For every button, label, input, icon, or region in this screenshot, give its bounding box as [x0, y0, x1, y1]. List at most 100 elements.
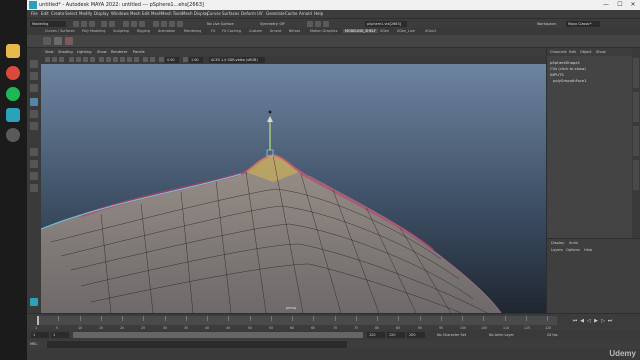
layer-tab-anim[interactable]: Anim: [569, 241, 578, 245]
camera-attributes-icon[interactable]: [52, 57, 57, 62]
shelf-tab-rendering[interactable]: Rendering: [184, 29, 201, 33]
menu-deform[interactable]: Deform: [241, 11, 256, 16]
playback-start-field[interactable]: 1: [51, 332, 69, 338]
cb-menu-channels[interactable]: Channels: [550, 50, 567, 54]
bookmark-icon[interactable]: [59, 57, 64, 62]
side-tab-attribute-editor[interactable]: [633, 92, 639, 122]
film-gate-icon[interactable]: [76, 57, 81, 62]
layout-four-icon[interactable]: [30, 160, 38, 168]
ipr-render-icon[interactable]: [315, 21, 321, 27]
gamma-field[interactable]: 1.00: [189, 57, 203, 63]
shelf-tab-xgen2[interactable]: XGen2: [425, 29, 436, 33]
paint-select-tool-icon[interactable]: [30, 84, 38, 92]
snap-curve-icon[interactable]: [161, 21, 167, 27]
playback-end-field[interactable]: 120: [367, 332, 385, 338]
snap-grid-icon[interactable]: [153, 21, 159, 27]
shelf-tab-fx[interactable]: FX: [211, 29, 215, 33]
menu-set-dropdown[interactable]: Modeling: [30, 21, 66, 27]
scale-tool-icon[interactable]: [30, 122, 38, 130]
shelf-tab-modeling-shelf[interactable]: MODELING_SHELF: [343, 29, 378, 33]
menu-modify[interactable]: Modify: [79, 11, 92, 16]
play-backward-icon[interactable]: ◁: [586, 318, 592, 324]
shelf-tab-xgen-live[interactable]: XGen_Live: [397, 29, 415, 33]
current-frame-marker[interactable]: [37, 316, 39, 325]
shelf-tab-xgen[interactable]: XGen: [380, 29, 389, 33]
shelf-tab-motion-graphics[interactable]: Motion Graphics: [310, 29, 338, 33]
render-frame-icon[interactable]: [307, 21, 313, 27]
color-space-dropdown[interactable]: ACES 1.0 SDR-video (sRGB): [209, 57, 265, 63]
side-tab-channel-box[interactable]: [633, 58, 639, 88]
go-to-start-icon[interactable]: ⏮: [572, 318, 578, 324]
live-surface-label[interactable]: No Live Surface: [207, 22, 234, 26]
layer-tab-display[interactable]: Display: [551, 241, 564, 245]
layer-menu-options[interactable]: Options: [566, 248, 580, 252]
shelf-tab-sculpting[interactable]: Sculpting: [113, 29, 129, 33]
side-tab-modeling-toolkit[interactable]: [633, 160, 639, 190]
viewport-canvas[interactable]: [41, 64, 546, 313]
select-component-icon[interactable]: [139, 21, 145, 27]
menu-cache[interactable]: Cache: [285, 11, 297, 16]
rotate-tool-icon[interactable]: [30, 110, 38, 118]
shelf-tab-fx-caching[interactable]: FX Caching: [222, 29, 241, 33]
shelf-tab-custom[interactable]: Custom: [249, 29, 262, 33]
animation-start-field[interactable]: 1: [31, 332, 49, 338]
command-input[interactable]: [47, 341, 347, 348]
redo-icon[interactable]: [109, 21, 115, 27]
wireframe-on-shaded-icon[interactable]: [113, 57, 118, 62]
menu-curves[interactable]: Curves: [207, 11, 221, 16]
menu-mesh-display[interactable]: Mesh Display: [182, 11, 209, 16]
wireframe-icon[interactable]: [99, 57, 104, 62]
close-button[interactable]: ✕: [627, 1, 639, 9]
textured-icon[interactable]: [120, 57, 125, 62]
anim-layer-dropdown[interactable]: No Anim Layer: [489, 333, 514, 337]
render-settings-icon[interactable]: [323, 21, 329, 27]
exposure-icon[interactable]: [159, 57, 164, 62]
snap-point-icon[interactable]: [169, 21, 175, 27]
resolution-gate-icon[interactable]: [83, 57, 88, 62]
isolate-select-icon[interactable]: [150, 57, 155, 62]
fps-dropdown[interactable]: 24 fps: [547, 333, 558, 337]
viewport-menu-lighting[interactable]: Lighting: [77, 50, 92, 54]
chrome-icon[interactable]: [6, 66, 20, 80]
menu-generate[interactable]: Generate: [266, 11, 285, 16]
layout-outliner-icon[interactable]: [30, 184, 38, 192]
command-language-toggle[interactable]: MEL: [30, 342, 37, 346]
spotify-icon[interactable]: [6, 87, 20, 101]
menu-create[interactable]: Create: [51, 11, 64, 16]
xray-icon[interactable]: [143, 57, 148, 62]
menu-mesh[interactable]: Mesh: [130, 11, 141, 16]
gamma-icon[interactable]: [183, 57, 188, 62]
layer-menu-help[interactable]: Help: [584, 248, 592, 252]
menu-mesh-tools[interactable]: Mesh Tools: [161, 11, 183, 16]
shelf-tool-icon[interactable]: [43, 37, 51, 45]
shelf-tab-poly[interactable]: Poly Modeling: [82, 29, 105, 33]
menu-display[interactable]: Display: [94, 11, 109, 16]
camera-select-icon[interactable]: [45, 57, 50, 62]
animation-end-outer-field[interactable]: 200: [407, 332, 425, 338]
menu-surfaces[interactable]: Surfaces: [222, 11, 239, 16]
safe-action-icon[interactable]: [90, 57, 95, 62]
menu-select[interactable]: Select: [65, 11, 77, 16]
select-hierarchy-icon[interactable]: [123, 21, 129, 27]
workspace-dropdown[interactable]: Maya Classic*: [566, 21, 600, 27]
cb-menu-object[interactable]: Object: [580, 50, 592, 54]
viewport-menu-shading[interactable]: Shading: [58, 50, 73, 54]
layout-side-icon[interactable]: [30, 172, 38, 180]
quick-select-field[interactable]: pSphere1.vtx[2663]: [365, 21, 407, 27]
step-forward-icon[interactable]: ▷: [600, 318, 606, 324]
save-scene-icon[interactable]: [89, 21, 95, 27]
grid-icon[interactable]: [69, 57, 74, 62]
step-back-icon[interactable]: ◀: [579, 318, 585, 324]
range-slider-bar[interactable]: [73, 332, 363, 338]
exposure-field[interactable]: 0.00: [165, 57, 179, 63]
character-set-dropdown[interactable]: No Character Set: [437, 333, 466, 337]
go-to-end-icon[interactable]: ⏭: [607, 318, 613, 324]
open-scene-icon[interactable]: [81, 21, 87, 27]
menu-help[interactable]: Help: [314, 11, 323, 16]
time-ruler[interactable]: 1 5 10 15 20 25 30 35 40 45 50 55 60 65 70 75 80 85 90 95 10…: [35, 316, 557, 330]
select-tool-icon[interactable]: [30, 60, 38, 68]
viewport-menu-panels[interactable]: Panels: [133, 50, 145, 54]
cvs-toggle[interactable]: CVs (click to show): [550, 66, 586, 71]
file-explorer-icon[interactable]: [6, 44, 20, 58]
symmetry-label[interactable]: Symmetry: Off: [260, 22, 285, 26]
